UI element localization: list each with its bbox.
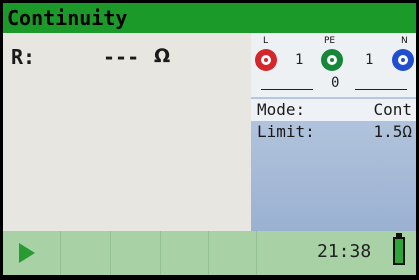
resistance-unit: Ω <box>154 45 171 67</box>
battery-icon <box>393 237 405 265</box>
start-button[interactable] <box>3 231 61 275</box>
settings-panel: L PE N 1 1 0 Mode: Cont Limit: 1.5Ω <box>251 33 416 231</box>
softkey-4[interactable] <box>161 231 209 275</box>
limit-label: Limit: <box>257 122 315 141</box>
clock: 21:38 <box>317 241 372 262</box>
mode-row[interactable]: Mode: Cont <box>251 99 416 121</box>
terminal-n-label: N <box>401 36 408 46</box>
terminal-pe-label: PE <box>324 36 336 46</box>
softkey-2[interactable] <box>61 231 111 275</box>
mode-label: Mode: <box>257 100 306 119</box>
resistance-value: --- <box>103 45 140 69</box>
terminal-pe-icon <box>321 49 343 71</box>
pe-n-value: 1 <box>365 52 374 68</box>
l-connector-line <box>261 89 313 90</box>
softkey-bar: 21:38 <box>3 231 416 275</box>
page-title: Continuity <box>3 3 416 33</box>
terminal-l-icon <box>255 49 277 71</box>
play-icon <box>19 243 35 263</box>
l-pe-value: 1 <box>295 52 304 68</box>
l-n-value: 0 <box>331 75 340 91</box>
limit-row[interactable]: Limit: 1.5Ω <box>251 121 416 143</box>
measurement-panel: R: --- Ω <box>3 33 251 231</box>
softkey-5[interactable] <box>209 231 257 275</box>
softkey-3[interactable] <box>111 231 161 275</box>
terminal-l-label: L <box>263 36 269 46</box>
mode-value: Cont <box>373 100 412 119</box>
terminal-diagram: L PE N 1 1 0 <box>251 33 416 97</box>
limit-value: 1.5Ω <box>373 122 412 141</box>
instrument-screen: Continuity R: --- Ω L PE N 1 1 0 Mode: C… <box>3 3 416 275</box>
n-connector-line <box>355 89 407 90</box>
terminal-n-icon <box>392 49 414 71</box>
resistance-label: R: <box>11 45 36 69</box>
